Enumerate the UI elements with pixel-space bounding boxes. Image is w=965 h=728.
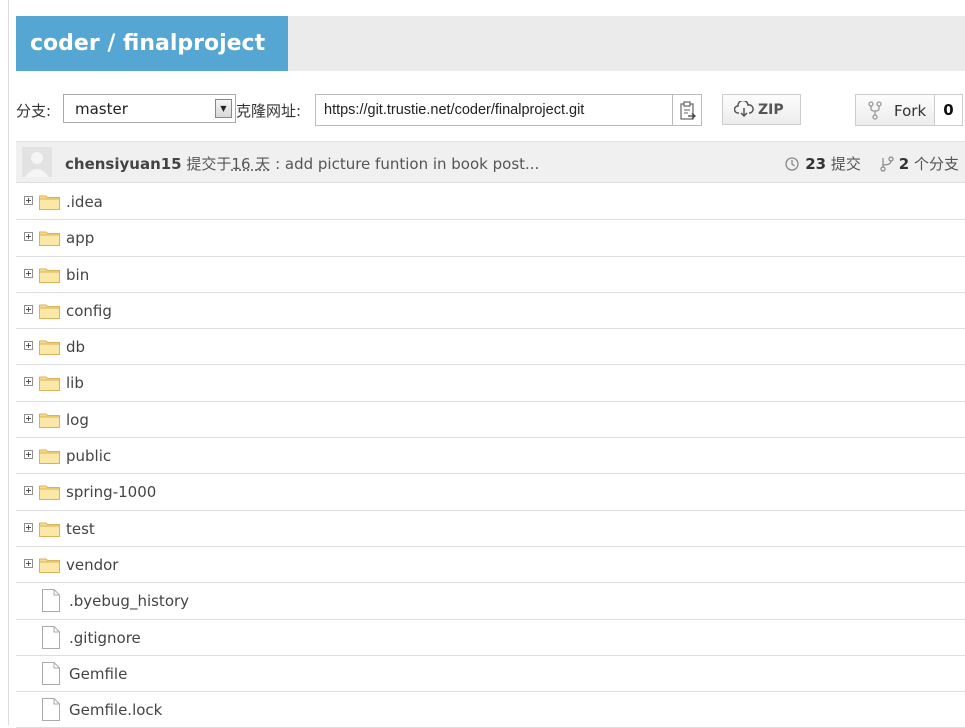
folder-row[interactable]: app bbox=[16, 220, 965, 257]
branch-count: 2 bbox=[898, 155, 910, 173]
expand-icon[interactable] bbox=[24, 196, 33, 205]
branch-select-value: master bbox=[75, 100, 128, 118]
file-icon bbox=[42, 698, 60, 722]
folder-name[interactable]: app bbox=[66, 229, 94, 247]
folder-icon bbox=[39, 485, 60, 501]
expand-icon[interactable] bbox=[24, 413, 33, 423]
folder-row[interactable]: public bbox=[16, 438, 965, 475]
folder-icon bbox=[39, 558, 60, 573]
expand-icon[interactable] bbox=[24, 450, 33, 460]
folder-row[interactable]: lib bbox=[16, 365, 965, 402]
file-row[interactable]: .gitignore bbox=[16, 620, 965, 656]
file-name[interactable]: Gemfile bbox=[69, 665, 127, 683]
folder-name[interactable]: test bbox=[66, 520, 95, 538]
folder-name[interactable]: vendor bbox=[66, 556, 118, 574]
branch-select[interactable]: master ▼ bbox=[63, 94, 236, 123]
folder-name[interactable]: public bbox=[66, 447, 111, 465]
commit-summary: chensiyuan15 提交于16 天 : add picture funti… bbox=[65, 153, 539, 174]
folder-name[interactable]: lib bbox=[66, 374, 84, 392]
repo-stats: 23 提交 2 个分支 bbox=[784, 153, 959, 174]
latest-commit-bar: chensiyuan15 提交于16 天 : add picture funti… bbox=[16, 141, 965, 183]
branch-count-label: 个分支 bbox=[913, 155, 959, 173]
folder-icon bbox=[39, 413, 60, 428]
folder-icon bbox=[39, 376, 60, 392]
expand-icon[interactable] bbox=[24, 377, 33, 387]
repo-header: coder / finalproject bbox=[16, 16, 965, 71]
folder-icon bbox=[39, 340, 60, 356]
folder-row[interactable]: .idea bbox=[16, 184, 965, 221]
fork-label: Fork bbox=[894, 102, 927, 120]
repo-title[interactable]: coder / finalproject bbox=[16, 16, 288, 71]
commit-count-link[interactable]: 23 提交 bbox=[784, 155, 865, 173]
folder-name[interactable]: bin bbox=[66, 266, 89, 284]
clone-url-input[interactable] bbox=[315, 94, 673, 126]
folder-name[interactable]: .idea bbox=[66, 193, 103, 211]
folder-icon bbox=[39, 195, 60, 210]
expand-icon[interactable] bbox=[24, 522, 33, 532]
expand-icon[interactable] bbox=[24, 232, 33, 242]
fork-count[interactable]: 0 bbox=[935, 94, 963, 126]
file-icon bbox=[42, 625, 60, 649]
folder-row[interactable]: config bbox=[16, 293, 965, 330]
repo-toolbar: 分支: master ▼ 克隆网址: ZIP bbox=[16, 93, 963, 127]
folder-icon bbox=[39, 268, 60, 283]
branch-label: 分支: bbox=[16, 102, 52, 120]
fork-button[interactable]: Fork bbox=[855, 94, 935, 126]
expand-icon[interactable] bbox=[24, 304, 33, 314]
repository-page: coder / finalproject 分支: master ▼ 克隆网址: … bbox=[0, 0, 965, 728]
clipboard-icon bbox=[680, 101, 697, 120]
zip-label: ZIP bbox=[758, 102, 784, 118]
copy-clone-url-button[interactable] bbox=[673, 94, 702, 126]
folder-name[interactable]: db bbox=[66, 338, 85, 356]
file-list: .idea app bin config db lib log public spring-10… bbox=[16, 184, 965, 728]
commit-message[interactable]: : add picture funtion in book post... bbox=[275, 155, 539, 173]
folder-row[interactable]: test bbox=[16, 511, 965, 547]
branch-icon bbox=[880, 156, 894, 172]
fork-control: Fork 0 bbox=[855, 94, 963, 126]
folder-row[interactable]: vendor bbox=[16, 547, 965, 584]
folder-name[interactable]: config bbox=[66, 302, 112, 320]
folder-icon bbox=[39, 304, 60, 319]
file-row[interactable]: Gemfile.lock bbox=[16, 692, 965, 728]
expand-icon[interactable] bbox=[24, 486, 33, 496]
file-icon bbox=[42, 661, 60, 685]
clone-url-label: 克隆网址: bbox=[236, 102, 302, 120]
file-name[interactable]: Gemfile.lock bbox=[69, 701, 162, 719]
expand-icon[interactable] bbox=[24, 341, 33, 351]
folder-icon bbox=[39, 449, 60, 465]
folder-row[interactable]: bin bbox=[16, 257, 965, 293]
folder-row[interactable]: log bbox=[16, 402, 965, 439]
cloud-download-icon bbox=[734, 101, 754, 118]
file-row[interactable]: .byebug_history bbox=[16, 583, 965, 620]
file-name[interactable]: .gitignore bbox=[69, 629, 141, 647]
folder-row[interactable]: db bbox=[16, 329, 965, 366]
folder-icon bbox=[39, 231, 60, 247]
commit-count: 23 bbox=[805, 155, 827, 173]
expand-icon[interactable] bbox=[24, 268, 33, 278]
commit-author[interactable]: chensiyuan15 bbox=[65, 155, 182, 173]
user-avatar-icon bbox=[22, 147, 52, 177]
folder-row[interactable]: spring-1000 bbox=[16, 474, 965, 511]
expand-icon[interactable] bbox=[24, 558, 33, 568]
commit-time: 16 天 bbox=[231, 155, 271, 173]
fork-icon bbox=[868, 101, 882, 120]
chevron-down-icon[interactable]: ▼ bbox=[215, 99, 232, 118]
avatar[interactable] bbox=[22, 147, 52, 177]
history-icon bbox=[785, 157, 800, 171]
file-icon bbox=[42, 589, 60, 613]
commit-count-label: 提交 bbox=[830, 155, 861, 173]
file-row[interactable]: Gemfile bbox=[16, 656, 965, 693]
folder-name[interactable]: log bbox=[66, 411, 89, 429]
folder-icon bbox=[39, 522, 60, 537]
branch-count-link[interactable]: 2 个分支 bbox=[880, 155, 959, 173]
commit-time-prefix: 提交于 bbox=[186, 155, 232, 173]
folder-name[interactable]: spring-1000 bbox=[66, 483, 156, 501]
file-name[interactable]: .byebug_history bbox=[69, 592, 189, 610]
download-zip-button[interactable]: ZIP bbox=[722, 94, 801, 125]
page-divider bbox=[8, 0, 9, 725]
